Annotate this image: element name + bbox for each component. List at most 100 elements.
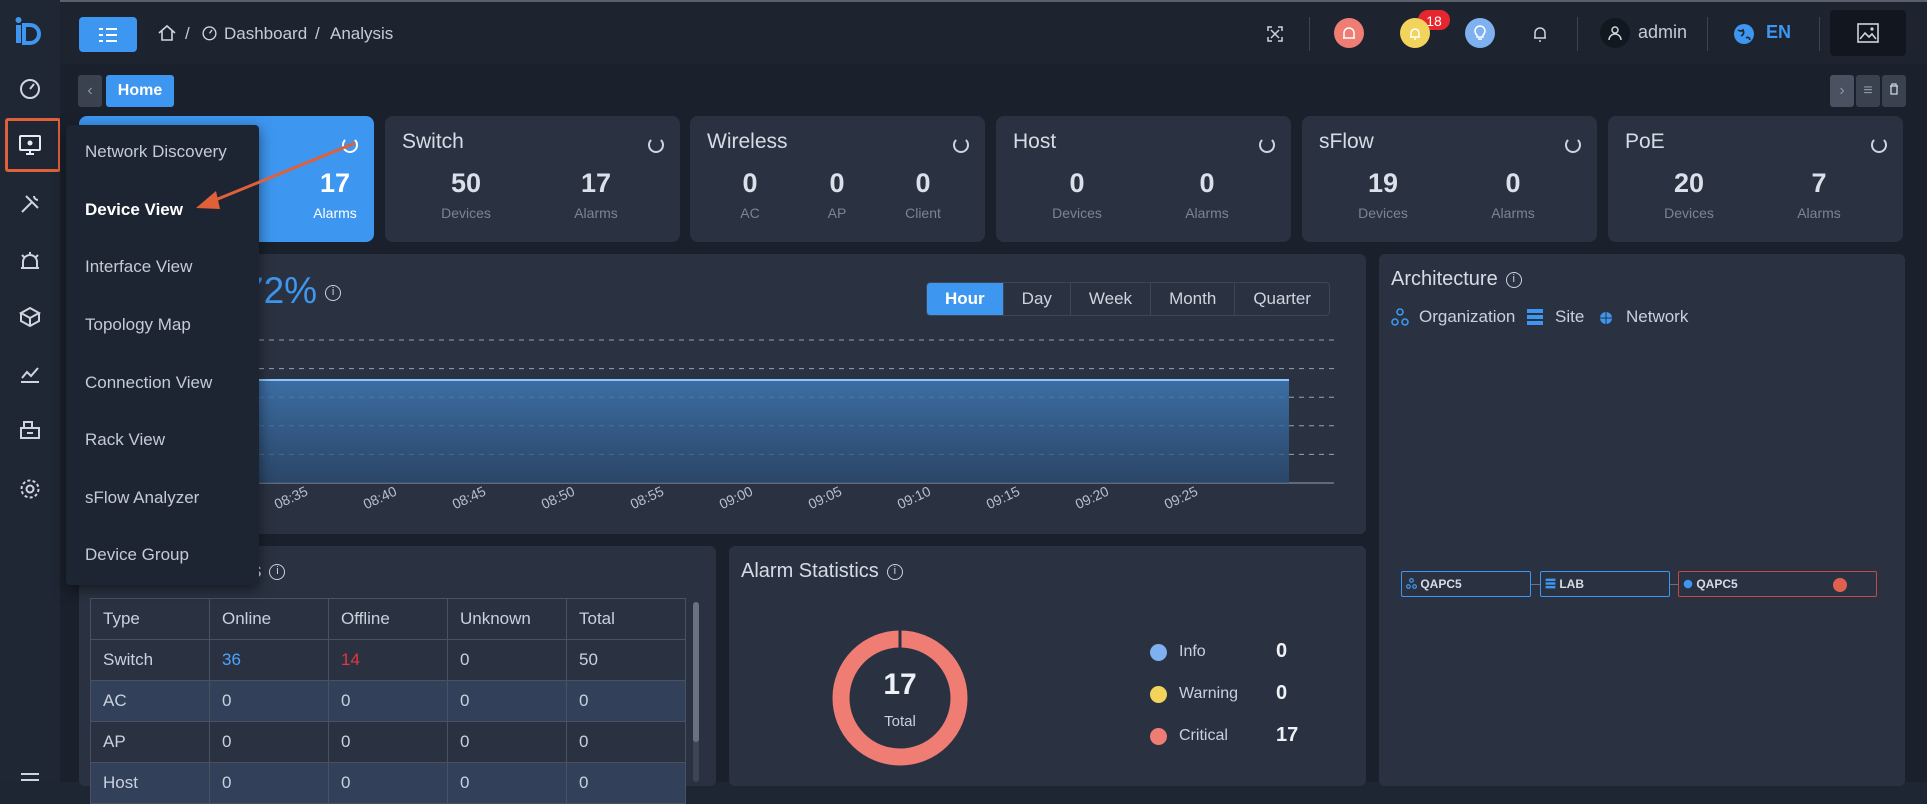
stat-card-switch[interactable]: Switch 50 Devices 17 Alarms xyxy=(385,116,680,242)
stat-card-poe[interactable]: PoE 20 Devices 7 Alarms xyxy=(1608,116,1903,242)
stat-label: Devices xyxy=(441,205,491,221)
globe-icon[interactable] xyxy=(1733,23,1755,45)
warning-bell-icon[interactable] xyxy=(1400,18,1430,48)
notification-bell-icon[interactable] xyxy=(1532,25,1548,43)
x-tick-label: 09:10 xyxy=(895,483,934,512)
tab-close-all-button[interactable] xyxy=(1882,75,1906,107)
refresh-icon[interactable] xyxy=(1565,137,1581,153)
table-scrollbar[interactable] xyxy=(693,602,699,782)
legend-label: Warning xyxy=(1179,685,1238,702)
alarm-total-value: 17 xyxy=(883,668,917,701)
stat-label: Devices xyxy=(1358,205,1408,221)
home-icon[interactable] xyxy=(157,23,177,43)
legend-value: 0 xyxy=(1276,640,1288,662)
stat-label: Alarms xyxy=(574,205,618,221)
refresh-icon[interactable] xyxy=(953,137,969,153)
collapse-icon[interactable] xyxy=(16,766,44,794)
legend-dot xyxy=(1150,728,1167,745)
tab-home[interactable]: Home xyxy=(106,75,174,107)
table-header: Type xyxy=(90,598,210,640)
legend-label: Critical xyxy=(1179,727,1228,744)
table-row: Host 0 0 0 0 xyxy=(90,762,686,804)
legend-dot xyxy=(1150,644,1167,661)
legend-network: Network xyxy=(1626,307,1689,326)
table-cell: 0 xyxy=(447,680,567,722)
architecture-panel xyxy=(1379,254,1905,786)
cube-icon[interactable] xyxy=(16,303,44,331)
stat-label: Client xyxy=(905,205,941,221)
topbar: / Dashboard / Analysis 18 admin EN xyxy=(60,0,1927,64)
stat-value: 20 xyxy=(1673,168,1705,198)
alarm-total-label: Total xyxy=(884,713,916,730)
table-cell: 0 xyxy=(328,762,448,804)
online-count-link[interactable]: 36 xyxy=(209,639,329,681)
username[interactable]: admin xyxy=(1638,22,1687,43)
node-alarm-icon[interactable] xyxy=(1833,578,1847,592)
breadcrumb-analysis[interactable]: Analysis xyxy=(330,24,393,44)
settings-icon[interactable] xyxy=(16,475,44,503)
monitor-icon[interactable] xyxy=(16,131,44,159)
tab-scroll-left-button[interactable]: ‹ xyxy=(78,75,102,107)
info-icon[interactable]: i xyxy=(1505,271,1522,288)
menu-item-rack-view[interactable]: Rack View xyxy=(85,430,165,450)
legend-site: Site xyxy=(1555,307,1585,326)
stat-value: 7 xyxy=(1811,168,1827,198)
offline-count-link[interactable]: 14 xyxy=(328,639,448,681)
series-area xyxy=(199,380,1289,483)
menu-toggle-button[interactable] xyxy=(79,17,137,52)
tab-scroll-right-button[interactable]: › xyxy=(1830,75,1854,107)
info-icon[interactable]: i xyxy=(886,563,903,580)
menu-item-device-view[interactable]: Device View xyxy=(85,200,183,220)
user-avatar-icon[interactable] xyxy=(1600,18,1630,48)
stat-label: Alarms xyxy=(1491,205,1535,221)
refresh-icon[interactable] xyxy=(1259,137,1275,153)
refresh-icon[interactable] xyxy=(648,137,664,153)
sidebar xyxy=(0,0,61,782)
stat-label: AP xyxy=(827,205,847,221)
info-bulb-icon[interactable] xyxy=(1465,18,1495,48)
architecture-title: Architecture i xyxy=(1391,268,1522,291)
alarm-icon[interactable] xyxy=(16,247,44,275)
breadcrumb-separator: / xyxy=(315,24,320,43)
arch-node-network[interactable]: QAPC5 xyxy=(1678,571,1877,597)
table-cell: Switch xyxy=(90,639,210,681)
table-cell: 0 xyxy=(447,721,567,763)
tools-icon[interactable] xyxy=(16,190,44,218)
refresh-icon[interactable] xyxy=(1871,137,1887,153)
inventory-icon[interactable] xyxy=(16,416,44,444)
screenshot-button[interactable] xyxy=(1830,10,1906,56)
legend-value: 0 xyxy=(1276,682,1288,704)
menu-item-device-group[interactable]: Device Group xyxy=(85,545,189,565)
breadcrumb-dashboard[interactable]: Dashboard xyxy=(224,24,307,44)
stat-card-wireless[interactable]: Wireless 0 AC 0 AP 0 Client xyxy=(690,116,985,242)
stat-card-host[interactable]: Host 0 Devices 0 Alarms xyxy=(996,116,1291,242)
critical-alarm-icon[interactable] xyxy=(1334,18,1364,48)
stat-value: 17 xyxy=(580,168,612,198)
table-row: AC 0 0 0 0 xyxy=(90,680,686,722)
menu-item-topology-map[interactable]: Topology Map xyxy=(85,315,191,335)
stat-card-sflow[interactable]: sFlow 19 Devices 0 Alarms xyxy=(1302,116,1597,242)
tab-list-button[interactable]: ≡ xyxy=(1856,75,1880,107)
table-cell: 0 xyxy=(447,762,567,804)
x-tick-label: 09:25 xyxy=(1162,483,1201,512)
fullscreen-icon[interactable] xyxy=(1267,26,1283,42)
table-header: Total xyxy=(566,598,686,640)
language-selector[interactable]: EN xyxy=(1766,22,1791,43)
dashboard-crumb-icon xyxy=(202,26,217,41)
menu-item-sflow-analyzer[interactable]: sFlow Analyzer xyxy=(85,488,199,508)
analytics-icon[interactable] xyxy=(16,360,44,388)
stat-label: Devices xyxy=(1052,205,1102,221)
info-icon[interactable]: i xyxy=(269,563,286,580)
stat-label: Devices xyxy=(1664,205,1714,221)
table-cell: 0 xyxy=(209,762,329,804)
dashboard-icon[interactable] xyxy=(16,74,44,102)
table-header-row: Type Online Offline Unknown Total xyxy=(90,598,686,640)
table-cell: 0 xyxy=(566,680,686,722)
table-header: Online xyxy=(209,598,329,640)
table-cell: AP xyxy=(90,721,210,763)
stat-label: AC xyxy=(740,205,760,221)
menu-item-interface-view[interactable]: Interface View xyxy=(85,257,192,277)
arch-node-organization[interactable]: QAPC5 xyxy=(1401,571,1531,597)
arch-node-site[interactable]: LAB xyxy=(1540,571,1670,597)
menu-item-connection-view[interactable]: Connection View xyxy=(85,373,212,393)
